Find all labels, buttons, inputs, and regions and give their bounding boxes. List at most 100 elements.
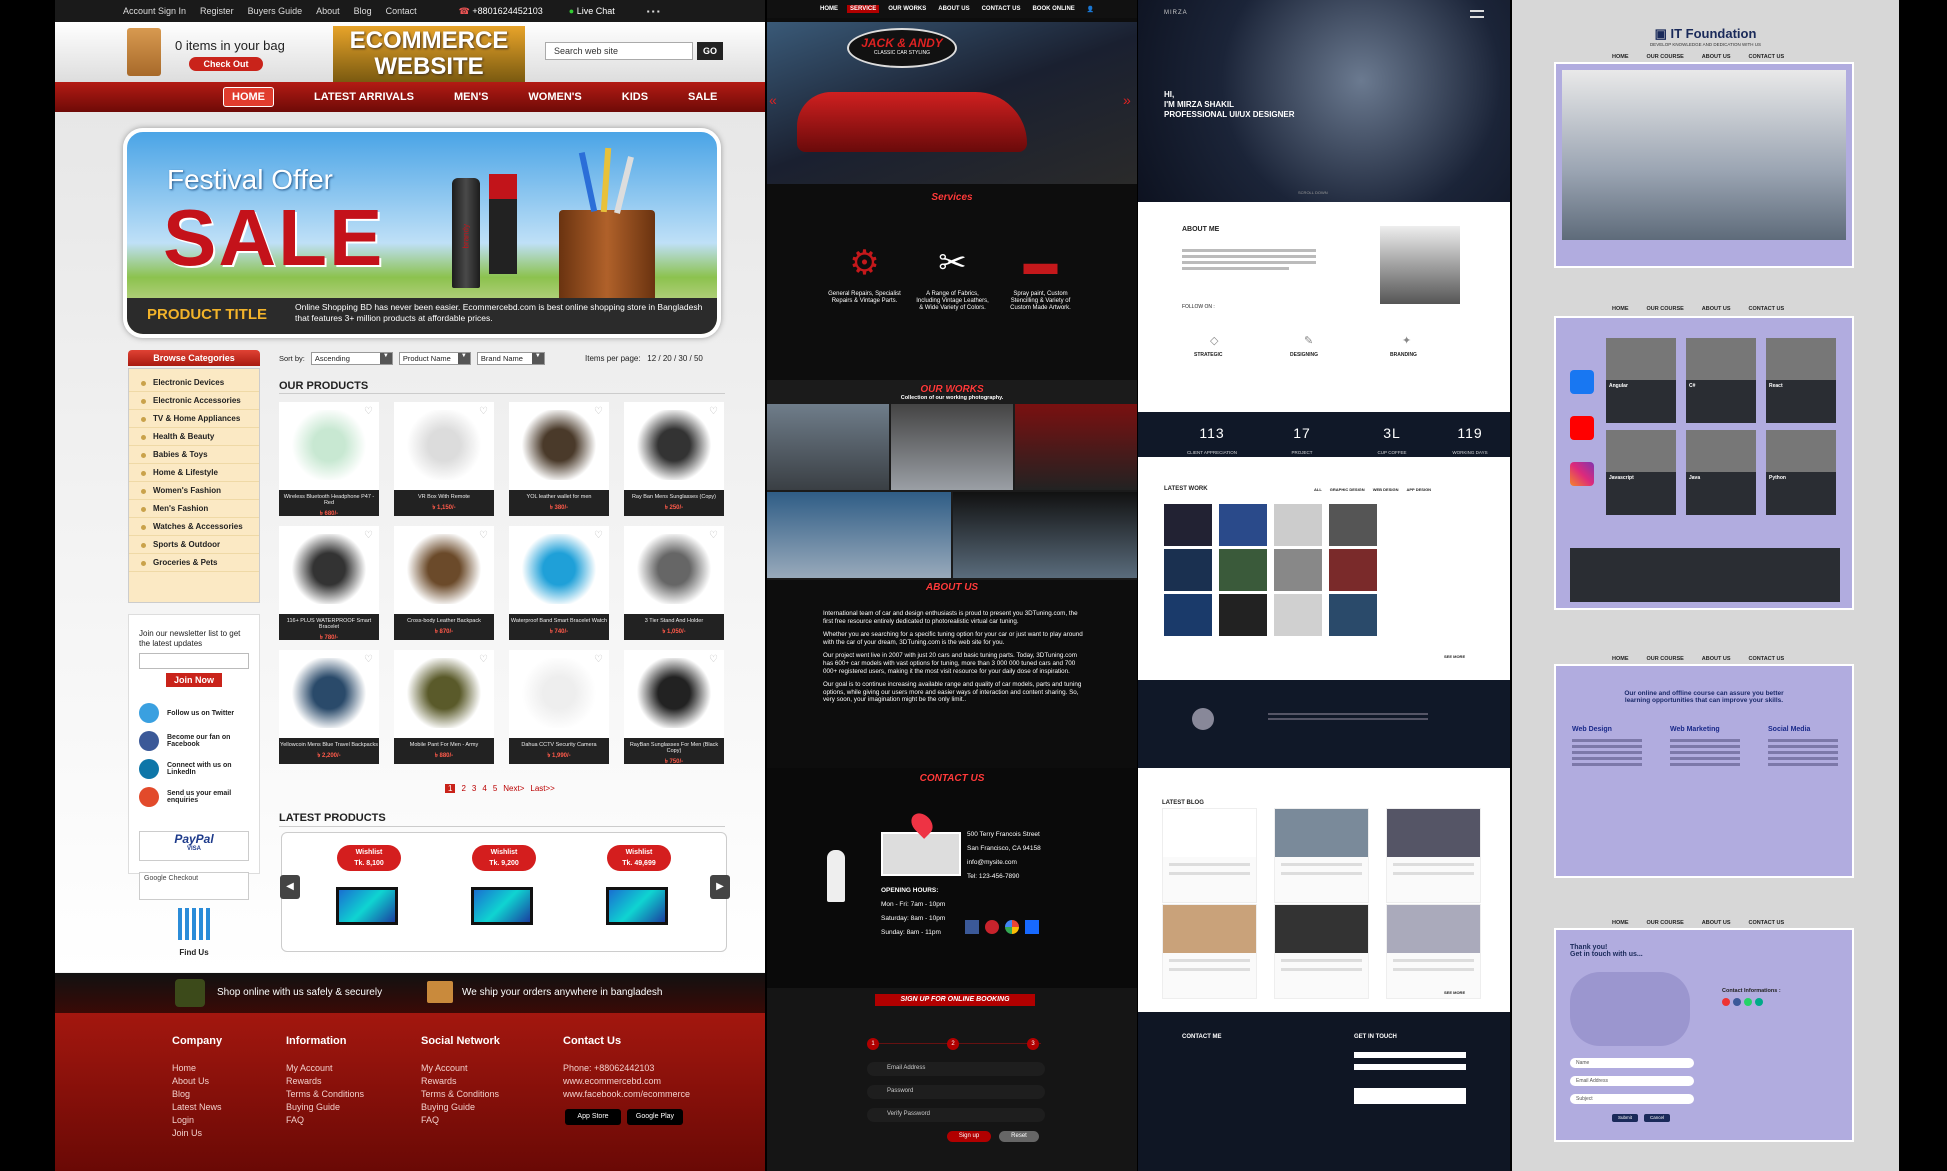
- category-item[interactable]: Home & Lifestyle: [129, 464, 259, 482]
- scroll-down[interactable]: SCROLL DOWN: [1298, 190, 1328, 195]
- category-item[interactable]: Electronic Accessories: [129, 392, 259, 410]
- footer-link[interactable]: Terms & Conditions: [421, 1088, 500, 1101]
- work-thumbnail[interactable]: [1164, 504, 1212, 546]
- nav-mens[interactable]: MEN'S: [454, 91, 488, 103]
- sort-name-select[interactable]: Product Name ▼: [398, 352, 471, 365]
- footer-link[interactable]: About Us: [172, 1075, 222, 1088]
- footer-link[interactable]: Terms & Conditions: [286, 1088, 364, 1101]
- footer-link[interactable]: FAQ: [421, 1114, 500, 1127]
- ja-nav-works[interactable]: OUR WORKS: [885, 5, 929, 13]
- signup-button[interactable]: Sign up: [947, 1131, 991, 1142]
- page-3[interactable]: 3: [472, 784, 476, 793]
- heart-icon[interactable]: ♡: [709, 406, 718, 417]
- course-card[interactable]: Python: [1766, 430, 1836, 515]
- blog-card[interactable]: [1274, 904, 1369, 999]
- heart-icon[interactable]: ♡: [594, 406, 603, 417]
- app-store-badge[interactable]: App Store: [565, 1109, 621, 1125]
- youtube-icon[interactable]: [1570, 416, 1594, 440]
- topbar-link-contact[interactable]: Contact: [386, 6, 417, 16]
- category-item[interactable]: Sports & Outdoor: [129, 536, 259, 554]
- product-card[interactable]: ♡ VR Box With Remote ৳ 1,150/-: [394, 402, 494, 516]
- behance-icon[interactable]: [1025, 920, 1039, 934]
- footer-link[interactable]: Rewards: [286, 1075, 364, 1088]
- qr-code-icon[interactable]: [178, 908, 210, 940]
- latest-item[interactable]: Wishlist Tk. 8,100: [312, 845, 422, 935]
- work-thumbnail[interactable]: [1329, 594, 1377, 636]
- footer-link[interactable]: Rewards: [421, 1075, 500, 1088]
- product-card[interactable]: ♡ Ray Ban Mens Sunglasses (Copy) ৳ 250/-: [624, 402, 724, 516]
- course-card[interactable]: Angular: [1606, 338, 1676, 423]
- nav-home[interactable]: HOME: [223, 87, 274, 107]
- nav-sale[interactable]: SALE: [688, 91, 717, 103]
- category-item[interactable]: Watches & Accessories: [129, 518, 259, 536]
- footer-link[interactable]: www.facebook.com/ecommerce: [563, 1088, 690, 1101]
- linkedin-link[interactable]: Connect with us on LinkedIn: [129, 755, 259, 783]
- heart-icon[interactable]: ♡: [594, 654, 603, 665]
- join-now-button[interactable]: Join Now: [166, 673, 222, 687]
- heart-icon[interactable]: ♡: [479, 530, 488, 541]
- category-item[interactable]: TV & Home Appliances: [129, 410, 259, 428]
- itf-subject-field[interactable]: Subject: [1570, 1094, 1694, 1104]
- work-thumbnail[interactable]: [1219, 549, 1267, 591]
- topbar-link-register[interactable]: Register: [200, 6, 234, 16]
- hamburger-icon[interactable]: [1470, 10, 1484, 18]
- slider-prev-icon[interactable]: «: [769, 92, 777, 108]
- work-thumbnail[interactable]: [1164, 549, 1212, 591]
- blog-card[interactable]: [1162, 808, 1257, 903]
- product-card[interactable]: ♡ Waterproof Band Smart Bracelet Watch ৳ 7…: [509, 526, 609, 640]
- blog-card[interactable]: [1386, 904, 1481, 999]
- carousel-next-icon[interactable]: ▶: [710, 875, 730, 899]
- footer-link[interactable]: Blog: [172, 1088, 222, 1101]
- footer-link[interactable]: Home: [172, 1062, 222, 1075]
- work-photo[interactable]: [891, 404, 1013, 490]
- course-card[interactable]: Java: [1686, 430, 1756, 515]
- heart-icon[interactable]: ♡: [364, 654, 373, 665]
- search-go-button[interactable]: GO: [697, 42, 723, 60]
- name-input[interactable]: [1354, 1052, 1466, 1058]
- email-field[interactable]: Email Address: [867, 1062, 1045, 1076]
- nav-latest[interactable]: LATEST ARRIVALS: [314, 91, 414, 103]
- promo-banner[interactable]: Festival Offer SALE brandy PRODUCT TITLE…: [123, 128, 721, 338]
- search-input[interactable]: Search web site: [545, 42, 693, 60]
- product-card[interactable]: ♡ Mobile Pant For Men - Army ৳ 880/-: [394, 650, 494, 764]
- work-thumbnail[interactable]: [1219, 504, 1267, 546]
- reset-button[interactable]: Reset: [999, 1131, 1039, 1142]
- category-item[interactable]: Groceries & Pets: [129, 554, 259, 572]
- product-card[interactable]: ♡ Yellowcoin Mens Blue Travel Backpacks ৳ …: [279, 650, 379, 764]
- filter-web[interactable]: WEB DESIGN: [1373, 487, 1399, 492]
- footer-link[interactable]: Login: [172, 1114, 222, 1127]
- email-link[interactable]: Send us your email enquiries: [129, 783, 259, 811]
- pinterest-icon[interactable]: [985, 920, 999, 934]
- itf-nav-course[interactable]: OUR COURSE: [1647, 54, 1684, 60]
- work-thumbnail[interactable]: [1164, 594, 1212, 636]
- live-chat-link[interactable]: ● Live Chat: [569, 6, 615, 16]
- page-last[interactable]: Last>>: [530, 784, 554, 793]
- itf-email-field[interactable]: Email Address: [1570, 1076, 1694, 1086]
- flag-icons[interactable]: ▪ ▪ ▪: [647, 7, 660, 16]
- hero-car-slider[interactable]: JACK & ANDY CLASSIC CAR STYLING « »: [767, 22, 1137, 184]
- facebook-icon[interactable]: [1570, 370, 1594, 394]
- itf-cancel-button[interactable]: Cancel: [1644, 1114, 1670, 1122]
- ja-nav-service[interactable]: SERVICE: [847, 5, 880, 13]
- carousel-prev-icon[interactable]: ◀: [280, 875, 300, 899]
- product-card[interactable]: ♡ 3 Tier Stand And Holder ৳ 1,050/-: [624, 526, 724, 640]
- latest-item[interactable]: Wishlist Tk. 9,200: [447, 845, 557, 935]
- nav-womens[interactable]: WOMEN'S: [528, 91, 581, 103]
- sort-brand-select[interactable]: Brand Name ▼: [476, 352, 545, 365]
- heart-icon[interactable]: ♡: [364, 530, 373, 541]
- site-logo[interactable]: ECOMMERCE WEBSITE: [333, 26, 525, 82]
- filter-app[interactable]: APP DESIGN: [1406, 487, 1431, 492]
- google-play-badge[interactable]: Google Play: [627, 1109, 683, 1125]
- product-card[interactable]: ♡ RayBan Sunglasses For Men (Black Copy) ৳…: [624, 650, 724, 765]
- ja-nav-about[interactable]: ABOUT US: [935, 5, 972, 13]
- course-card[interactable]: React: [1766, 338, 1836, 423]
- itf-submit-button[interactable]: Submit: [1612, 1114, 1638, 1122]
- work-photo[interactable]: [953, 492, 1137, 578]
- page-5[interactable]: 5: [493, 784, 497, 793]
- email-input[interactable]: [1354, 1064, 1466, 1070]
- category-item[interactable]: Electronic Devices: [129, 374, 259, 392]
- work-thumbnail[interactable]: [1219, 594, 1267, 636]
- heart-icon[interactable]: ♡: [594, 530, 603, 541]
- itf-nav-contact[interactable]: CONTACT US: [1749, 54, 1785, 60]
- course-card[interactable]: Javascript: [1606, 430, 1676, 515]
